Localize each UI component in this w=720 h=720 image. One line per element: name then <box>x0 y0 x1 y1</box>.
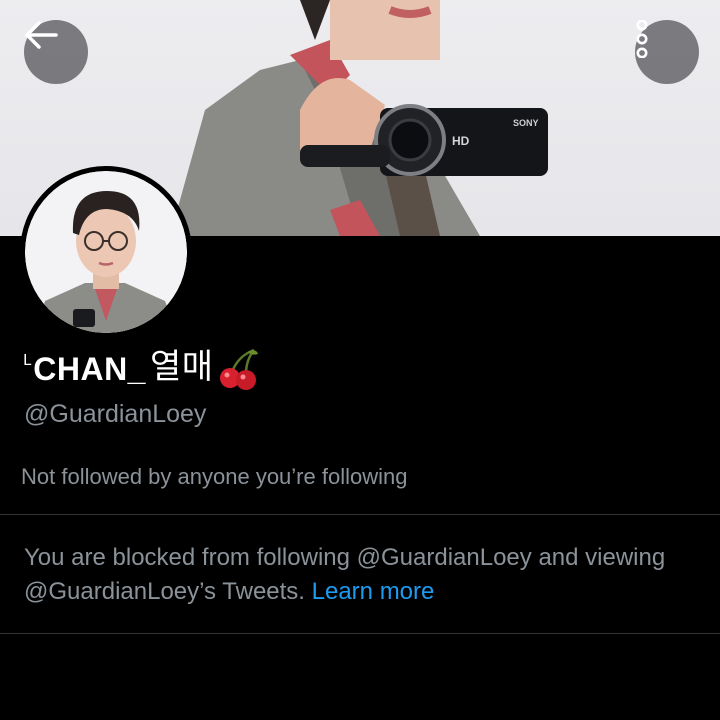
arrow-left-icon <box>25 21 58 49</box>
divider <box>0 514 720 515</box>
name-main: CHAN_ <box>33 351 146 387</box>
display-name: ᴸ CHAN_ 열매 <box>24 338 260 390</box>
camera-brand: SONY <box>513 118 539 128</box>
profile-handle: @GuardianLoey <box>24 400 207 428</box>
more-options-button[interactable] <box>635 20 699 84</box>
avatar-photo <box>25 171 187 333</box>
back-button[interactable] <box>24 20 88 84</box>
avatar[interactable] <box>20 166 192 338</box>
followers-you-know: Not followed by anyone you’re following <box>21 464 408 489</box>
blocked-notice: You are blocked from following @Guardian… <box>24 541 704 609</box>
learn-more-link[interactable]: Learn more <box>312 578 435 605</box>
more-vertical-icon <box>636 20 648 58</box>
name-prefix: ᴸ <box>24 350 33 375</box>
name-hangul: 열매 <box>149 348 214 386</box>
cherry-icon <box>219 348 258 390</box>
camera-hd: HD <box>452 134 470 148</box>
divider <box>0 633 720 634</box>
